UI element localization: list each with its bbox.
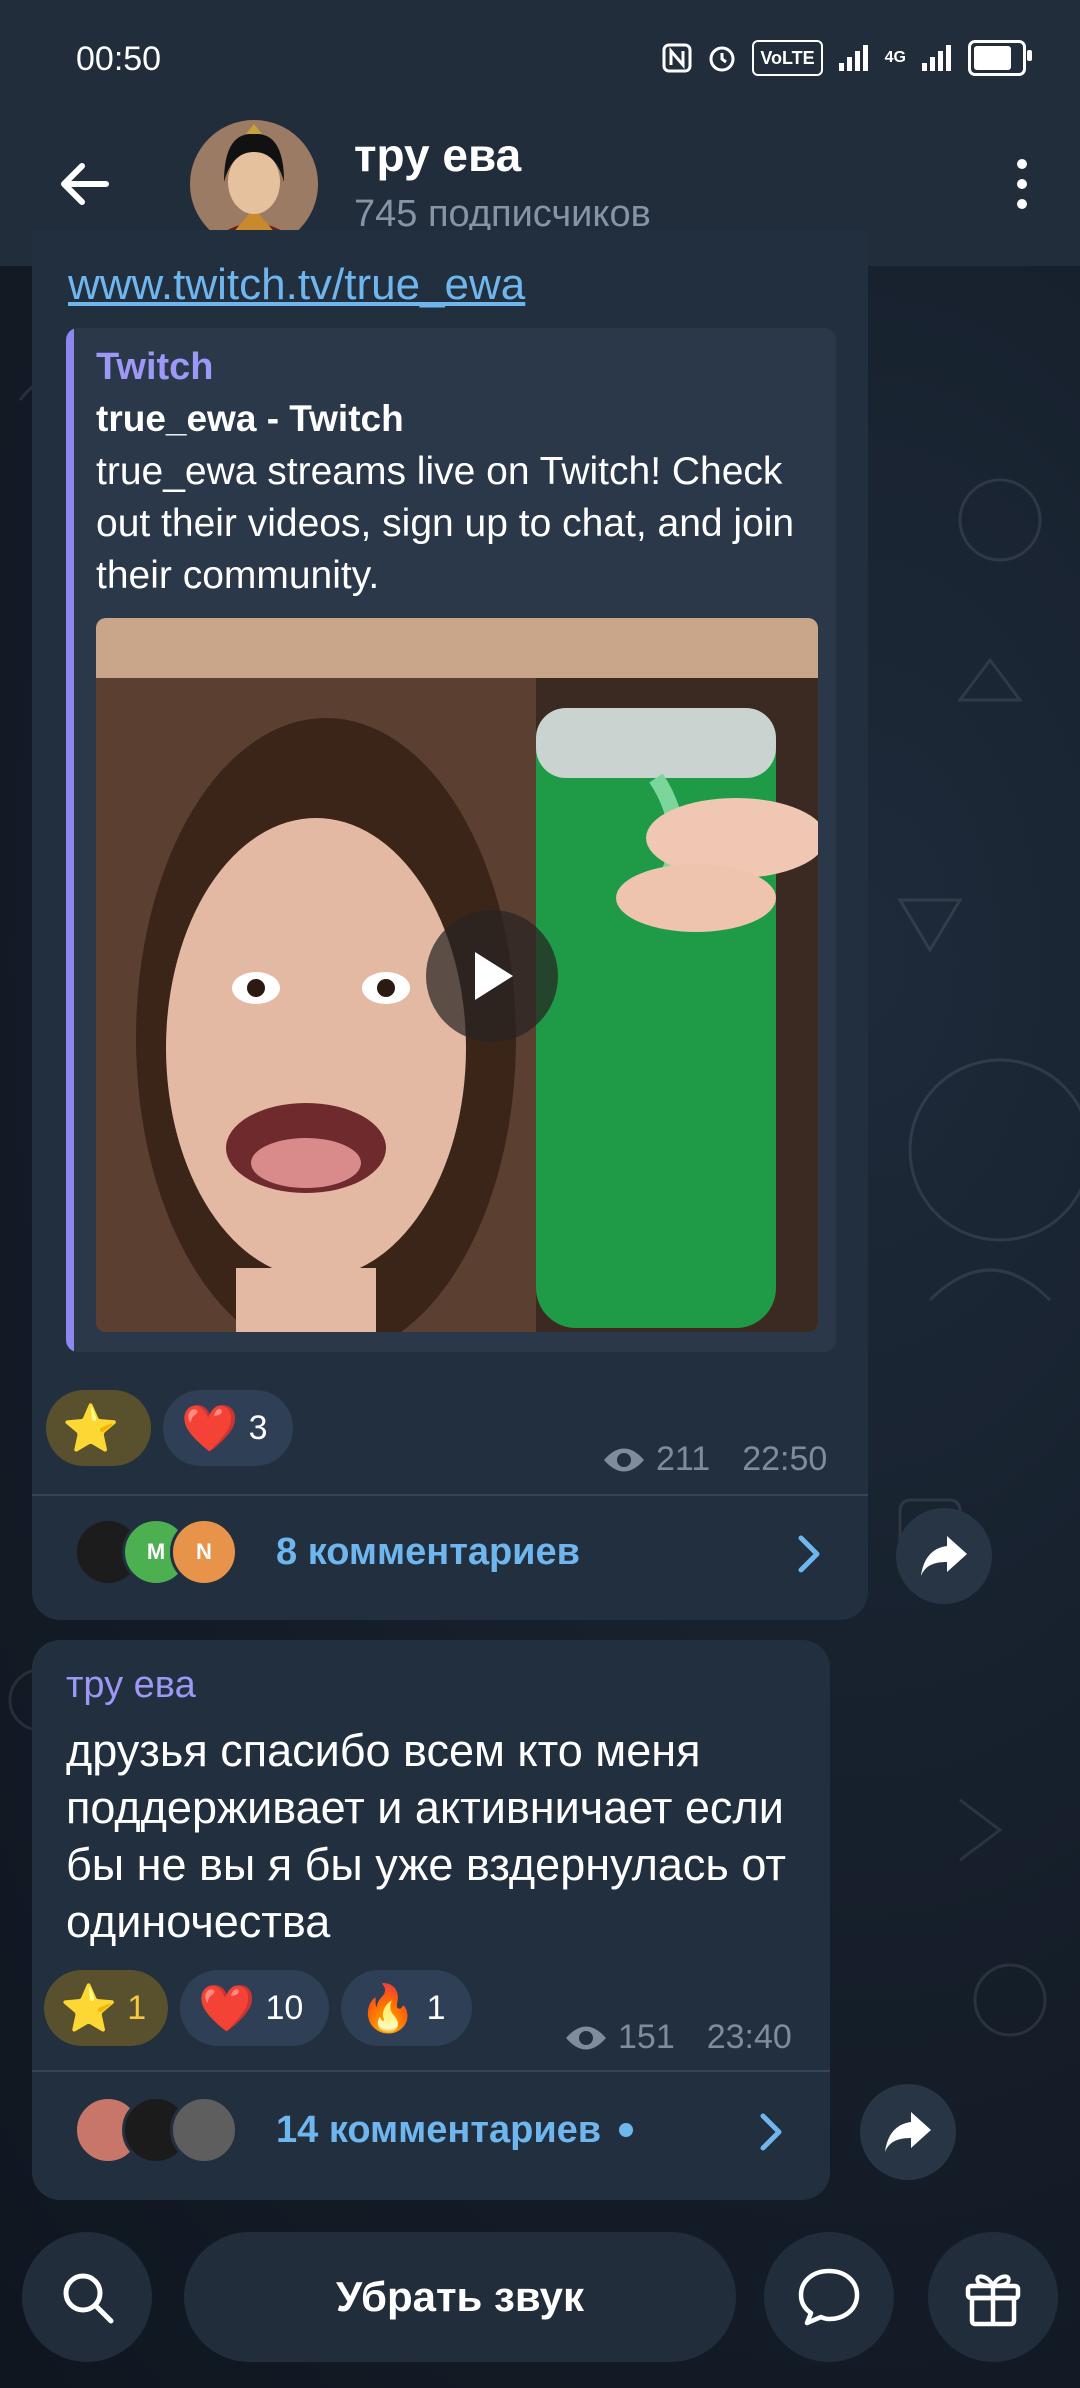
chat-bubble-icon xyxy=(798,2268,860,2326)
reaction-count: 10 xyxy=(265,1988,304,2027)
view-count: 151 xyxy=(618,2018,675,2056)
discussion-button[interactable] xyxy=(764,2232,894,2362)
volte-badge: VoLTE xyxy=(752,40,823,76)
message-bubble-1[interactable]: www.twitch.tv/true_ewa Twitch true_ewa -… xyxy=(32,230,868,1620)
signal-icon xyxy=(837,40,871,76)
reaction-count: 3 xyxy=(248,1408,268,1447)
post2-meta: 151 23:40 xyxy=(564,2018,792,2057)
reaction-star[interactable]: ⭐ xyxy=(46,1390,152,1466)
nfc-icon xyxy=(662,40,692,76)
divider xyxy=(32,1494,868,1496)
share-button-post2[interactable] xyxy=(860,2084,956,2180)
fire-icon: 🔥 xyxy=(359,1982,417,2034)
app-header: 00:50 VoLTE 4G тру ева 745 подписчиков xyxy=(0,0,1080,266)
status-time: 00:50 xyxy=(76,40,162,78)
status-icons: VoLTE 4G xyxy=(662,40,1032,76)
link-preview[interactable]: Twitch true_ewa - Twitch true_ewa stream… xyxy=(66,328,836,1352)
reactions-post1: ⭐ ❤️ 3 xyxy=(46,1390,294,1466)
reaction-fire[interactable]: 🔥 1 xyxy=(341,1970,472,2046)
bottom-bar: Убрать звук xyxy=(0,2210,1080,2388)
preview-video[interactable] xyxy=(96,618,818,1332)
commenter-avatars xyxy=(74,2096,238,2164)
arrow-left-icon xyxy=(61,163,109,205)
mute-button[interactable]: Убрать звук xyxy=(184,2232,736,2362)
reaction-heart[interactable]: ❤️ 10 xyxy=(180,1970,330,2046)
comments-link[interactable]: M N 8 комментариев xyxy=(74,1518,580,1586)
heart-icon: ❤️ xyxy=(198,1982,256,2034)
back-button[interactable] xyxy=(50,150,118,218)
play-button[interactable] xyxy=(426,910,558,1042)
message-link[interactable]: www.twitch.tv/true_ewa xyxy=(68,260,525,310)
preview-title: true_ewa - Twitch xyxy=(96,398,404,439)
alarm-icon xyxy=(706,40,738,76)
chevron-right-icon xyxy=(790,1534,830,1574)
network-type: 4G xyxy=(884,49,906,66)
channel-avatar[interactable] xyxy=(190,120,318,248)
search-icon xyxy=(63,2273,114,2324)
reaction-heart[interactable]: ❤️ 3 xyxy=(163,1390,294,1466)
message-text: друзья спасибо всем кто меня поддерживае… xyxy=(66,1725,786,1947)
message-bubble-2[interactable]: тру ева друзья спасибо всем кто меня под… xyxy=(32,1640,830,2200)
post-time: 22:50 xyxy=(742,1440,828,1478)
post-time: 23:40 xyxy=(706,2018,792,2056)
comments-count: 14 комментариев xyxy=(276,2108,602,2151)
channel-title[interactable]: тру ева xyxy=(354,128,521,182)
avatar: N xyxy=(170,1518,238,1586)
reaction-count: 1 xyxy=(426,1988,446,2027)
star-icon: ⭐ xyxy=(60,1982,118,2034)
eye-icon xyxy=(566,2026,606,2049)
more-menu-button[interactable] xyxy=(996,150,1048,218)
search-button[interactable] xyxy=(22,2232,152,2362)
avatar xyxy=(170,2096,238,2164)
post1-meta: 211 22:50 xyxy=(602,1440,827,1479)
commenter-avatars: M N xyxy=(74,1518,238,1586)
star-icon: ⭐ xyxy=(62,1402,120,1454)
signal-icon-2 xyxy=(920,40,954,76)
comments-link[interactable]: 14 комментариев xyxy=(74,2096,634,2164)
eye-icon xyxy=(604,1448,644,1471)
comments-count: 8 комментариев xyxy=(276,1530,581,1573)
reactions-post2: ⭐ 1 ❤️ 10 🔥 1 xyxy=(44,1970,472,2046)
battery-fill xyxy=(974,46,1011,70)
reaction-star[interactable]: ⭐ 1 xyxy=(44,1970,169,2046)
divider xyxy=(32,2070,830,2072)
view-count: 211 xyxy=(656,1440,711,1478)
more-vertical-icon xyxy=(1017,159,1027,169)
message-author[interactable]: тру ева xyxy=(66,1664,196,1707)
battery-icon xyxy=(968,40,1032,76)
chevron-right-icon xyxy=(752,2112,792,2152)
share-icon xyxy=(885,2112,931,2152)
gift-button[interactable] xyxy=(928,2232,1058,2362)
share-button-post1[interactable] xyxy=(896,1508,992,1604)
preview-accent-bar xyxy=(66,328,74,1352)
gift-icon xyxy=(965,2274,1021,2327)
unread-dot xyxy=(619,2123,634,2137)
play-icon xyxy=(475,952,513,1000)
reaction-count: 1 xyxy=(127,1988,147,2027)
share-icon xyxy=(921,1536,967,1576)
preview-site-name: Twitch xyxy=(96,346,214,388)
preview-description: true_ewa streams live on Twitch! Check o… xyxy=(96,450,795,597)
heart-icon: ❤️ xyxy=(181,1402,239,1454)
